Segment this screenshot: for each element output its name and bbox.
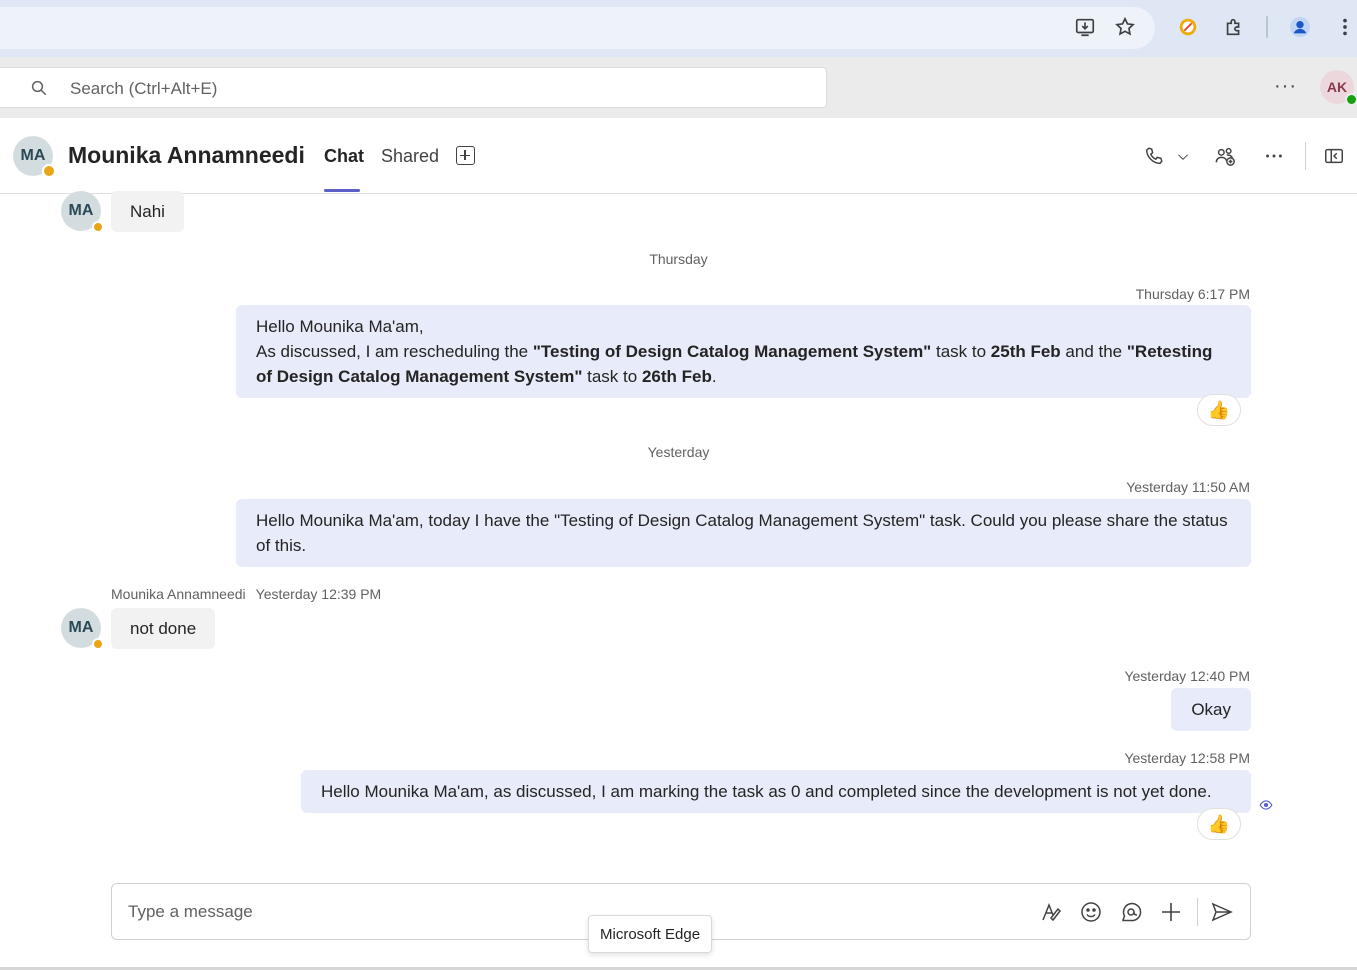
tab-chat[interactable]: Chat <box>324 146 364 167</box>
message-bold-text: "Testing of Design Catalog Management Sy… <box>532 342 932 361</box>
profile-icon[interactable] <box>1287 14 1313 40</box>
message-bold-text: 26th Feb <box>641 367 712 386</box>
message-text: and the <box>1060 342 1127 361</box>
header-divider <box>1305 142 1306 170</box>
kebab-menu-icon[interactable] <box>1332 14 1357 40</box>
taskbar-tooltip: Microsoft Edge <box>588 915 713 953</box>
teams-top-bar: Search (Ctrl+Alt+E) ··· AK <box>0 57 1357 118</box>
add-people-icon[interactable] <box>1214 145 1236 172</box>
sender-avatar: MA <box>61 191 104 233</box>
day-separator: Thursday <box>649 251 708 267</box>
emoji-icon[interactable] <box>1079 900 1103 924</box>
incoming-message[interactable]: Nahi <box>111 191 184 232</box>
search-icon <box>31 80 47 96</box>
message-text: . <box>711 367 717 386</box>
chevron-down-icon[interactable] <box>1176 150 1190 169</box>
away-status-icon <box>42 164 56 178</box>
puzzle-icon[interactable] <box>1221 14 1247 40</box>
away-status-icon <box>92 221 104 233</box>
contact-avatar[interactable]: MA <box>13 136 56 178</box>
extension-badge-icon[interactable] <box>1175 14 1201 40</box>
address-bar[interactable] <box>0 7 1155 49</box>
call-icon[interactable] <box>1143 145 1165 172</box>
sender-name: Mounika Annamneedi <box>111 586 246 602</box>
search-placeholder: Search (Ctrl+Alt+E) <box>70 79 218 98</box>
like-reaction[interactable]: 👍 <box>1197 394 1241 426</box>
away-status-icon <box>92 638 104 650</box>
outgoing-message[interactable]: Hello Mounika Ma'am, as discussed, I am … <box>301 770 1251 813</box>
user-avatar[interactable]: AK <box>1320 70 1357 106</box>
day-separator: Yesterday <box>647 444 710 460</box>
contact-name: Mounika Annamneedi <box>68 142 305 168</box>
message-line: Hello Mounika Ma'am, <box>256 317 424 336</box>
composer-divider <box>1197 898 1198 926</box>
seen-eye-icon <box>1259 800 1273 810</box>
sender-initials: MA <box>68 619 94 636</box>
more-options-icon[interactable] <box>1263 145 1285 172</box>
sender-avatar: MA <box>61 608 104 650</box>
message-line: As discussed, I am rescheduling the "Tes… <box>256 339 1231 389</box>
message-meta: Mounika Annamneedi Yesterday 12:39 PM <box>111 586 391 602</box>
bookmark-star-icon[interactable] <box>1112 14 1138 40</box>
send-icon[interactable] <box>1210 900 1234 924</box>
message-list: MA Nahi Thursday Thursday 6:17 PM Hello … <box>0 191 1357 970</box>
chat-header: MA Mounika Annamneedi Chat Shared <box>0 118 1357 194</box>
message-text: task to <box>931 342 991 361</box>
message-text: As discussed, I am rescheduling the <box>256 342 533 361</box>
message-timestamp: Yesterday 12:58 PM <box>1124 750 1250 766</box>
plus-icon[interactable] <box>1159 900 1183 924</box>
contact-initials: MA <box>20 147 46 164</box>
settings-more-icon[interactable]: ··· <box>1274 75 1297 98</box>
install-app-icon[interactable] <box>1072 14 1098 40</box>
add-tab-icon[interactable] <box>456 146 475 165</box>
message-timestamp: Yesterday 11:50 AM <box>1126 479 1250 495</box>
outgoing-message[interactable]: Okay <box>1171 688 1251 731</box>
message-timestamp: Yesterday 12:39 PM <box>255 586 382 602</box>
pop-out-panel-icon[interactable] <box>1323 145 1345 172</box>
sender-initials: MA <box>68 202 94 219</box>
active-tab-indicator <box>324 189 360 192</box>
outgoing-message[interactable]: Hello Mounika Ma'am, As discussed, I am … <box>236 305 1251 398</box>
tab-shared[interactable]: Shared <box>381 146 439 167</box>
user-initials: AK <box>1326 79 1348 95</box>
browser-toolbar <box>0 0 1357 57</box>
loop-compose-icon[interactable] <box>1119 900 1143 924</box>
message-timestamp: Yesterday 12:40 PM <box>1124 668 1250 684</box>
format-icon[interactable] <box>1039 900 1063 924</box>
message-bold-text: 25th Feb <box>990 342 1061 361</box>
like-reaction[interactable]: 👍 <box>1197 808 1241 840</box>
outgoing-message[interactable]: Hello Mounika Ma'am, today I have the "T… <box>236 499 1251 567</box>
compose-placeholder: Type a message <box>128 902 253 921</box>
available-status-icon <box>1345 93 1357 106</box>
incoming-message[interactable]: not done <box>111 608 216 649</box>
message-timestamp: Thursday 6:17 PM <box>1135 286 1250 302</box>
message-text: task to <box>582 367 642 386</box>
search-box[interactable]: Search (Ctrl+Alt+E) <box>0 67 827 108</box>
toolbar-divider <box>1266 16 1268 38</box>
